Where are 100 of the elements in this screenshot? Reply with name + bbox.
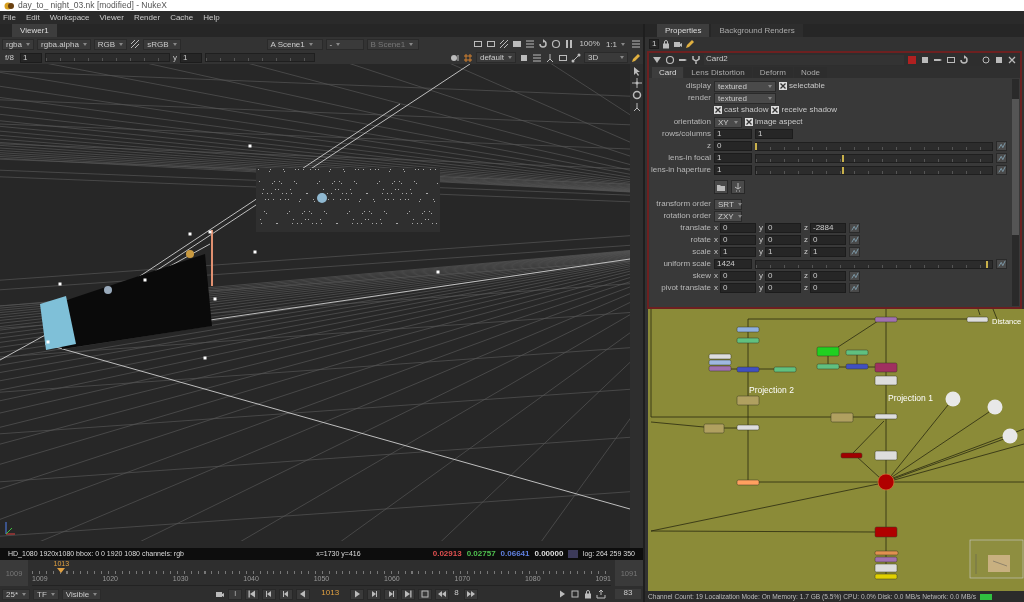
input-field[interactable]: 1 bbox=[714, 153, 752, 163]
field-label: rotate bbox=[689, 235, 711, 245]
axis-label: y bbox=[759, 235, 763, 245]
axis-label: y bbox=[759, 247, 763, 257]
field-label: transform order bbox=[655, 199, 711, 209]
zoom-level[interactable]: 100% bbox=[579, 39, 600, 49]
field-label: orientation bbox=[672, 117, 711, 127]
dropdown[interactable]: TF bbox=[33, 588, 59, 600]
input-field[interactable]: 0 bbox=[720, 223, 756, 233]
field-label: pivot translate bbox=[660, 283, 711, 293]
menu-item[interactable]: Render bbox=[133, 12, 161, 23]
frame-count-field[interactable]: 83 bbox=[615, 589, 641, 599]
menu-item[interactable]: Cache bbox=[170, 12, 194, 23]
input-field[interactable]: 0 bbox=[765, 283, 801, 293]
axis-label: x bbox=[714, 247, 718, 257]
input-field[interactable]: 1 bbox=[720, 247, 756, 257]
axis-label: z bbox=[804, 223, 808, 233]
field-label: rotation order bbox=[662, 211, 711, 221]
axis-label: x bbox=[714, 223, 718, 233]
axis-label: y bbox=[759, 283, 763, 293]
dropdown[interactable]: textured bbox=[714, 80, 776, 92]
frame-field[interactable]: 1013 bbox=[313, 589, 348, 599]
input-field[interactable]: 1424 bbox=[714, 259, 752, 269]
pixel-value: 0.02913 bbox=[432, 549, 462, 559]
dropdown[interactable]: SRT bbox=[714, 198, 742, 210]
field-label: lens-in focal bbox=[667, 153, 711, 163]
axis-label: x bbox=[714, 235, 718, 245]
axis-label: y bbox=[759, 271, 763, 281]
tab[interactable]: Viewer1 bbox=[12, 24, 57, 37]
pixel-value: 0.00000 bbox=[534, 549, 564, 559]
axis-label: z bbox=[804, 283, 808, 293]
checkbox-label: image aspect bbox=[755, 117, 803, 127]
backdrop-label: Projection 2 bbox=[749, 385, 794, 395]
input-field[interactable]: 0 bbox=[720, 271, 756, 281]
menu-item[interactable]: Workspace bbox=[49, 12, 90, 23]
field-label: translate bbox=[679, 223, 711, 233]
input-field[interactable]: 1 bbox=[755, 129, 793, 139]
axis-label: x bbox=[714, 271, 718, 281]
field-label: display bbox=[685, 81, 711, 91]
tab[interactable]: Card bbox=[652, 67, 684, 78]
window-title: day_to_ night_03.nk [modified] - NukeX bbox=[18, 0, 167, 11]
increment-field[interactable]: 8 bbox=[452, 589, 461, 599]
field-label: uniform scale bbox=[662, 259, 711, 269]
menu-item[interactable]: File bbox=[3, 12, 16, 23]
input-field[interactable]: 0 bbox=[714, 141, 752, 151]
dropdown[interactable]: 1:1 bbox=[602, 38, 628, 50]
input-field[interactable]: 1 bbox=[810, 247, 846, 257]
dropdown[interactable]: sRGB bbox=[143, 38, 181, 50]
pixel-value: 0.02757 bbox=[466, 549, 496, 559]
input-field[interactable]: 0 bbox=[765, 223, 801, 233]
checkbox-label: receive shadow bbox=[781, 105, 838, 115]
tab[interactable]: Background Renders bbox=[711, 24, 803, 37]
menu-item[interactable]: Edit bbox=[25, 12, 40, 23]
checkbox-label: cast shadow bbox=[724, 105, 769, 115]
dropdown[interactable]: textured bbox=[714, 92, 776, 104]
field-label: skew bbox=[691, 271, 711, 281]
input-field[interactable]: 0 bbox=[720, 235, 756, 245]
field-label: render bbox=[686, 93, 711, 103]
dropdown[interactable]: XY bbox=[714, 116, 742, 128]
gamma-label: y bbox=[172, 52, 177, 63]
field-label: z bbox=[706, 141, 711, 151]
field-label: lens-in haperture bbox=[649, 165, 711, 175]
field-label: rows/columns bbox=[661, 129, 711, 139]
axis-label: y bbox=[759, 223, 763, 233]
axis-label: z bbox=[804, 235, 808, 245]
axis-label: x bbox=[714, 283, 718, 293]
input-field[interactable]: 1 bbox=[714, 129, 752, 139]
input-dropdown[interactable]: A Scene1 bbox=[266, 38, 323, 50]
input-field[interactable]: 0 bbox=[765, 271, 801, 281]
axis-label: z bbox=[804, 271, 808, 281]
gamma-field[interactable]: 1 bbox=[179, 52, 202, 63]
input-field[interactable]: 0 bbox=[810, 271, 846, 281]
dropdown[interactable]: ZXY bbox=[714, 210, 742, 222]
input-field[interactable]: 1 bbox=[765, 247, 801, 257]
dropdown[interactable]: Visible bbox=[61, 588, 102, 600]
dropdown[interactable]: rgba.alpha bbox=[37, 38, 91, 50]
checkbox-label: selectable bbox=[789, 81, 826, 91]
input-field[interactable]: 0 bbox=[765, 235, 801, 245]
pixel-value: 0.06641 bbox=[500, 549, 530, 559]
dropdown[interactable]: 25* bbox=[2, 588, 30, 600]
menu-item[interactable]: Viewer bbox=[99, 12, 124, 23]
input-field[interactable]: -2884 bbox=[810, 223, 846, 233]
backdrop-label: Projection 1 bbox=[888, 393, 933, 403]
dropdown[interactable]: 3D bbox=[584, 52, 628, 63]
dropdown[interactable]: default bbox=[475, 52, 516, 63]
dropdown[interactable]: - bbox=[325, 38, 364, 50]
input-field[interactable]: 0 bbox=[720, 283, 756, 293]
gain-field[interactable]: 1 bbox=[19, 52, 42, 63]
dropdown[interactable]: RGB bbox=[93, 38, 128, 50]
f-stop-control[interactable]: f/8 bbox=[2, 52, 17, 63]
dropdown[interactable]: rgba bbox=[2, 38, 34, 50]
input-field[interactable]: 1 bbox=[714, 165, 752, 175]
node-name-field[interactable]: Card2 bbox=[704, 54, 904, 65]
axis-label: z bbox=[804, 247, 808, 257]
max-panels-field[interactable]: 1 bbox=[649, 39, 659, 49]
field-label: scale bbox=[691, 247, 711, 257]
tab[interactable]: Properties bbox=[657, 24, 710, 37]
input-field[interactable]: 0 bbox=[810, 235, 846, 245]
input-field[interactable]: 0 bbox=[810, 283, 846, 293]
menu-item[interactable]: Help bbox=[203, 12, 220, 23]
